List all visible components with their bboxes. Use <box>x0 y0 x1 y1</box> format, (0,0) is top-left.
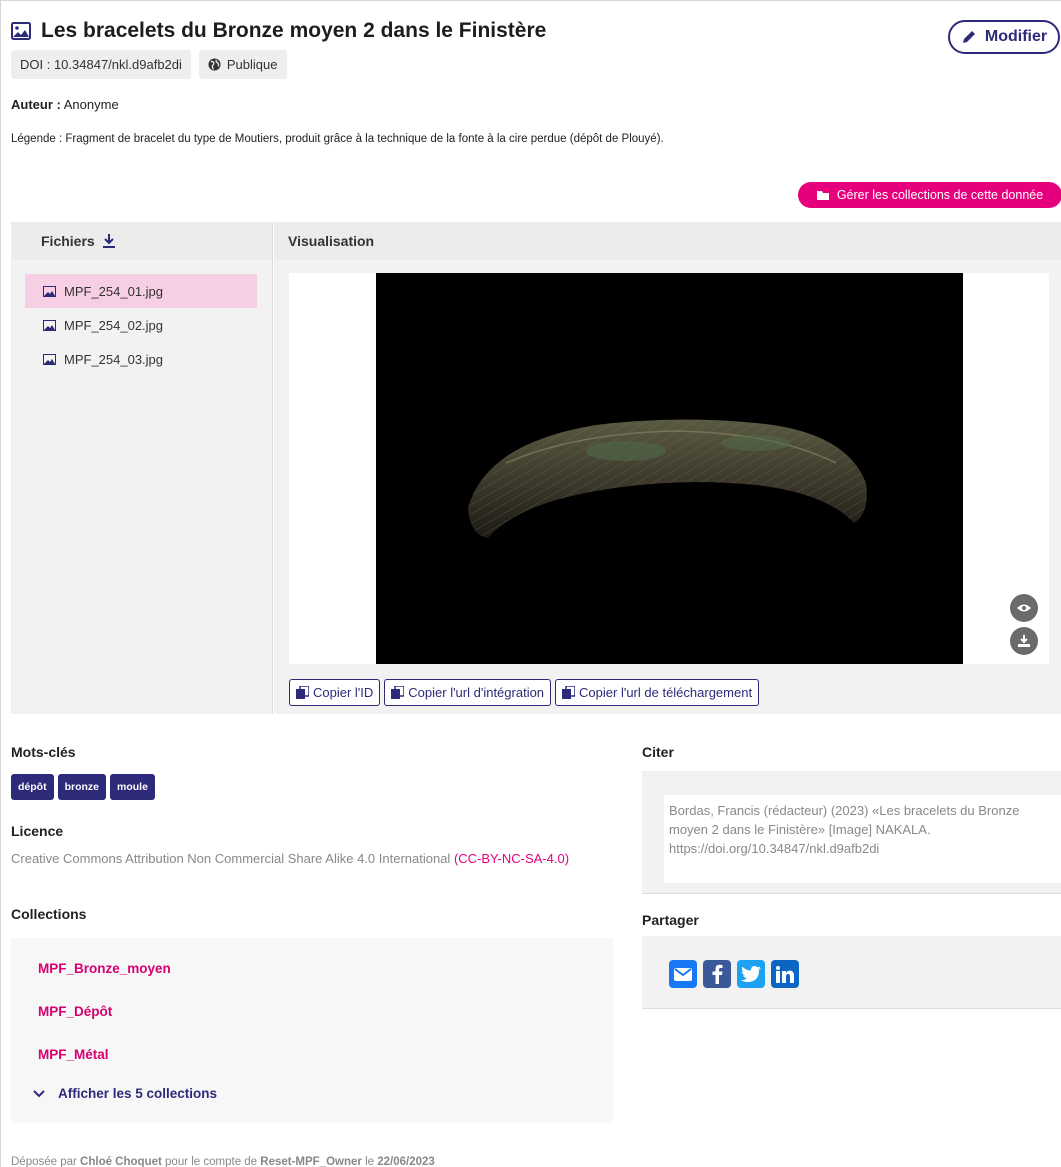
image-icon <box>11 22 31 40</box>
chevron-down-icon <box>33 1089 45 1097</box>
globe-icon <box>208 58 221 71</box>
badges: DOI : 10.34847/nkl.d9afb2di Publique <box>11 50 287 79</box>
visualisation-header: Visualisation <box>274 222 1061 260</box>
manage-collections-label: Gérer les collections de cette donnée <box>836 188 1044 202</box>
image-icon <box>43 319 56 331</box>
collections-title: Collections <box>11 906 87 922</box>
legend-text: Légende : Fragment de bracelet du type d… <box>11 133 664 145</box>
licence-name: Creative Commons Attribution Non Commerc… <box>11 851 454 866</box>
copy-id-label: Copier l'ID <box>313 685 374 700</box>
deposit-date: 22/06/2023 <box>377 1156 435 1167</box>
show-all-collections-button[interactable]: Afficher les 5 collections <box>33 1086 217 1101</box>
author-label: Auteur : <box>11 97 61 112</box>
pencil-icon <box>962 31 975 43</box>
share-box <box>642 936 1061 1009</box>
file-item[interactable]: MPF_254_01.jpg <box>25 274 257 308</box>
image-viewer <box>289 273 1049 664</box>
data-page: Les bracelets du Bronze moyen 2 dans le … <box>0 0 1061 1167</box>
copy-icon <box>296 686 309 699</box>
download-icon[interactable] <box>102 234 115 248</box>
copy-download-url-button[interactable]: Copier l'url de téléchargement <box>555 679 760 706</box>
visibility-badge: Publique <box>198 50 287 79</box>
file-name: MPF_254_01.jpg <box>64 283 164 299</box>
image-icon <box>43 353 56 365</box>
footer-middle: pour le compte de <box>161 1156 261 1167</box>
download-icon <box>1018 635 1030 647</box>
copy-icon <box>562 686 576 699</box>
page-title: Les bracelets du Bronze moyen 2 dans le … <box>41 19 547 42</box>
copy-buttons: Copier l'ID Copier l'url d'intégration C… <box>289 679 760 706</box>
collection-link[interactable]: MPF_Métal <box>38 1047 109 1062</box>
copy-id-button[interactable]: Copier l'ID <box>289 679 381 706</box>
footer-date-prefix: le <box>361 1156 378 1167</box>
cite-title: Citer <box>642 744 674 760</box>
bracelet-image <box>468 419 867 538</box>
files-header-label: Fichiers <box>41 233 95 249</box>
keyword-tag[interactable]: bronze <box>57 774 106 800</box>
copy-icon <box>391 686 405 699</box>
visibility-label: Publique <box>226 57 278 72</box>
file-list: MPF_254_01.jpg MPF_254_02.jpg MPF_254_03… <box>11 260 272 376</box>
copy-download-label: Copier l'url de téléchargement <box>579 685 753 700</box>
eye-icon <box>1017 604 1031 612</box>
licence-text: Creative Commons Attribution Non Commerc… <box>11 849 621 868</box>
show-all-label: Afficher les 5 collections <box>58 1086 218 1101</box>
visualisation-panel: Visualisation Copier l'ID Copier l'url d… <box>274 222 1061 714</box>
account-name: Reset-MPF_Owner <box>260 1156 362 1167</box>
depositor-name: Chloé Choquet <box>80 1156 162 1167</box>
preview-button[interactable] <box>1010 594 1038 622</box>
linkedin-icon[interactable] <box>771 960 799 988</box>
file-item[interactable]: MPF_254_03.jpg <box>25 342 257 376</box>
modify-label: Modifier <box>984 28 1048 45</box>
collection-link[interactable]: MPF_Dépôt <box>38 1004 112 1019</box>
files-header: Fichiers <box>11 222 272 260</box>
facebook-icon[interactable] <box>703 960 731 988</box>
keyword-tags: dépôt bronze moule <box>11 774 155 800</box>
doi-badge[interactable]: DOI : 10.34847/nkl.d9afb2di <box>11 50 191 79</box>
manage-collections-button[interactable]: Gérer les collections de cette donnée <box>798 182 1061 208</box>
modify-button[interactable]: Modifier <box>948 20 1060 54</box>
collection-link[interactable]: MPF_Bronze_moyen <box>38 961 171 976</box>
title-row: Les bracelets du Bronze moyen 2 dans le … <box>11 19 546 43</box>
file-item[interactable]: MPF_254_02.jpg <box>25 308 257 342</box>
share-title: Partager <box>642 912 699 928</box>
file-name: MPF_254_02.jpg <box>64 317 164 333</box>
copy-embed-label: Copier l'url d'intégration <box>408 685 545 700</box>
bracelet-photo[interactable] <box>376 273 963 664</box>
folder-icon <box>816 190 829 200</box>
author-value: Anonyme <box>63 97 119 112</box>
footer-prefix: Déposée par <box>11 1156 81 1167</box>
share-icons <box>669 960 799 988</box>
keyword-tag[interactable]: moule <box>110 774 155 800</box>
cite-box: Bordas, Francis (rédacteur) (2023) «Les … <box>642 771 1061 894</box>
keyword-tag[interactable]: dépôt <box>11 774 54 800</box>
licence-title: Licence <box>11 823 64 839</box>
licence-link[interactable]: (CC-BY-NC-SA-4.0) <box>454 851 569 866</box>
email-icon[interactable] <box>669 960 697 988</box>
file-name: MPF_254_03.jpg <box>64 351 164 367</box>
twitter-icon[interactable] <box>737 960 765 988</box>
files-panel: Fichiers MPF_254_01.jpg MPF_254_02.jpg M… <box>11 222 273 714</box>
citation-text[interactable]: Bordas, Francis (rédacteur) (2023) «Les … <box>664 795 1061 883</box>
image-icon <box>43 285 56 297</box>
collections-box: MPF_Bronze_moyen MPF_Dépôt MPF_Métal Aff… <box>11 938 613 1123</box>
author-line: Auteur : Anonyme <box>11 97 119 112</box>
deposit-info: Déposée par Chloé Choquet pour le compte… <box>11 1156 435 1167</box>
download-image-button[interactable] <box>1010 627 1038 655</box>
keywords-title: Mots-clés <box>11 744 76 760</box>
copy-embed-url-button[interactable]: Copier l'url d'intégration <box>384 679 552 706</box>
